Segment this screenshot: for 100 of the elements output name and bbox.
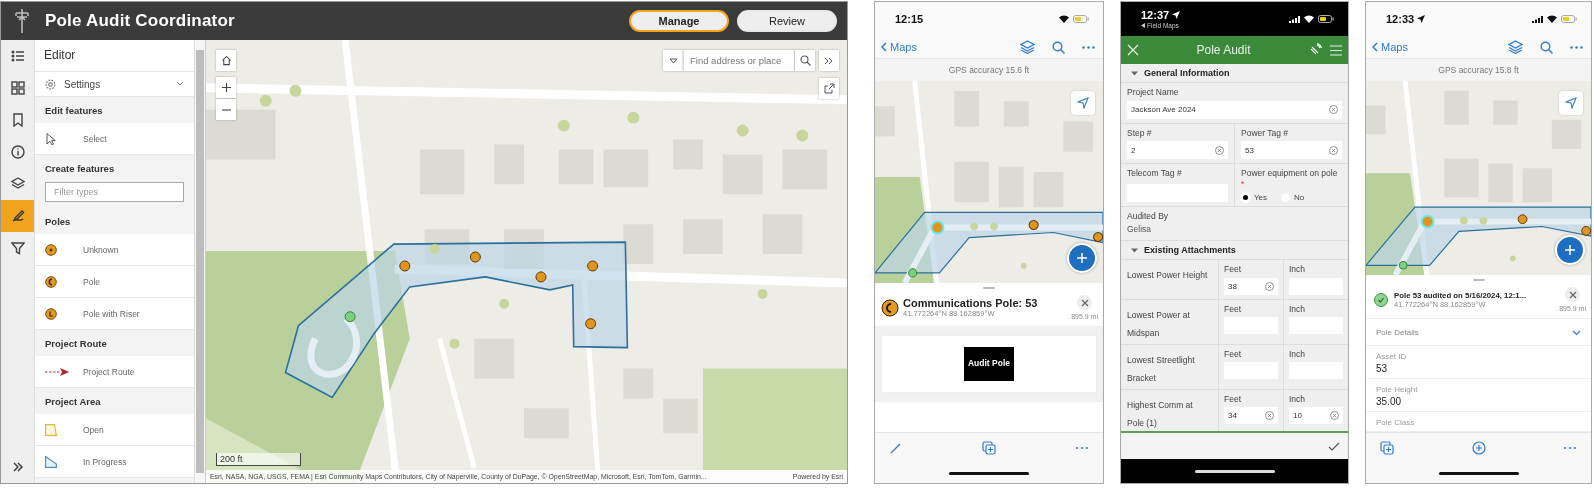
settings-label: Settings [64,78,102,90]
radio-option[interactable]: Yes [1241,192,1268,202]
add-copy-icon[interactable] [982,441,996,455]
feature-template-item[interactable]: In Progress [35,446,194,478]
settings-icon [45,78,56,90]
mode-button[interactable]: Manage [629,10,729,32]
dropdown-button[interactable] [663,50,683,71]
edit-icon [10,209,25,223]
field-label: Lowest Power Height [1127,270,1208,281]
feature-template-item[interactable]: Pole [35,266,194,298]
expand-button[interactable] [819,50,839,71]
section-title: General Information [1144,68,1230,78]
wifi-icon [1059,15,1069,23]
rail-button[interactable] [1,200,34,232]
text-field[interactable]: Jackson Ave 2024 [1127,100,1342,119]
section-header[interactable]: General Information [1121,64,1348,83]
field-label: Inch [1289,348,1307,360]
area-progress-icon [45,455,57,468]
layers-icon[interactable] [1020,40,1035,54]
gps-accuracy-text: GPS accuracy 15.8 ft [1366,58,1591,81]
filter-field[interactable]: Filter types [45,182,184,202]
locate-button[interactable] [1071,91,1095,115]
chevron-left-icon [1372,42,1378,52]
home-icon [220,55,232,66]
widgets-icon [10,81,25,95]
section-title: Existing Attachments [1144,245,1236,256]
feature-template-item[interactable]: Open [35,414,194,446]
layers-icon[interactable] [1508,40,1523,54]
menu-icon[interactable] [1330,44,1342,56]
search-icon[interactable] [1052,40,1065,54]
field-label: Pole Class [1376,418,1416,427]
clock-time: 12:37 [1141,9,1170,21]
field-label: Inch [1289,393,1307,405]
app-title: Pole Audit Coordinator [45,11,235,31]
field-label: Inch [1289,264,1307,275]
zoom-in-button[interactable] [216,77,236,98]
item-label: Select [83,133,107,144]
locate-button[interactable] [1559,91,1583,115]
add-circle-icon[interactable] [1471,441,1486,455]
add-copy-icon[interactable] [1380,441,1394,455]
field-label: Telecom Tag # [1127,168,1183,179]
field-label: Feet [1224,303,1242,315]
close-icon [1080,298,1089,307]
panel-title: Editor [35,40,194,72]
mode-button[interactable]: Review [737,10,837,32]
search-icon [799,55,811,66]
field-value: Gelisa [1127,224,1153,235]
number-field[interactable]: 10 [1289,407,1343,425]
chevron-icon [176,81,184,87]
gps-accuracy-text: GPS accuracy 15.6 ft [875,58,1103,81]
home-button[interactable] [216,50,236,71]
section-header[interactable]: Existing Attachments [1121,241,1348,261]
field-label: Lowest Power at Midspan [1127,309,1190,338]
field-label: Asset ID [1376,352,1408,361]
clear-icon[interactable] [1215,145,1224,155]
number-field[interactable]: 38 [1224,277,1278,295]
search-field[interactable]: Find address or place [683,50,795,71]
bookmark-icon [10,113,25,127]
close-button[interactable] [1077,295,1093,310]
field-value: 53 [1376,363,1389,374]
feature-template-item[interactable]: Unknown [35,234,194,266]
close-button[interactable] [1565,287,1581,302]
clear-icon[interactable] [1265,281,1274,291]
clear-icon[interactable] [1329,105,1338,115]
feature-template-item[interactable]: Project Route [35,356,194,388]
text-field[interactable]: 2 [1127,141,1228,160]
form-title: Pole Audit [1195,43,1252,57]
clear-icon[interactable] [1329,145,1338,155]
radio-option[interactable]: No [1281,192,1305,202]
text-field[interactable]: 53 [1241,141,1342,160]
clear-icon[interactable] [1265,411,1274,421]
minus-icon [221,108,231,111]
audit-pole-button[interactable]: Audit Pole [964,347,1014,381]
export-button[interactable] [819,78,839,99]
more-icon[interactable] [1082,45,1095,49]
field-label: Inch [1289,303,1307,315]
feature-template-item[interactable]: Pole with Riser [35,298,194,330]
check-marker-icon [1372,290,1390,309]
settings-row[interactable]: Settings [35,72,194,97]
group-header[interactable]: Pole Details [1366,319,1591,346]
unknown-icon [45,243,57,256]
checkmark-icon[interactable] [1328,441,1340,451]
search-icon[interactable] [1540,40,1553,54]
search-button[interactable] [795,50,815,71]
pencil-icon[interactable] [889,441,903,455]
field-label: Pole Height [1376,385,1419,394]
number-field[interactable]: 34 [1224,407,1278,425]
more-icon[interactable] [1570,45,1583,49]
utility-pole-icon [13,8,31,34]
satellite-icon[interactable] [1308,43,1322,57]
back-link[interactable]: Maps [1372,41,1408,53]
back-triangle-icon [1141,23,1145,28]
battery-icon [1561,15,1577,23]
scrollbar[interactable] [194,40,205,483]
feature-template-item[interactable]: Select [35,123,194,155]
back-link[interactable]: Maps [881,41,917,53]
item-label: Project Route [83,366,135,377]
pole-icon [45,275,57,288]
close-icon[interactable] [1127,44,1139,56]
clear-icon[interactable] [1330,411,1339,421]
